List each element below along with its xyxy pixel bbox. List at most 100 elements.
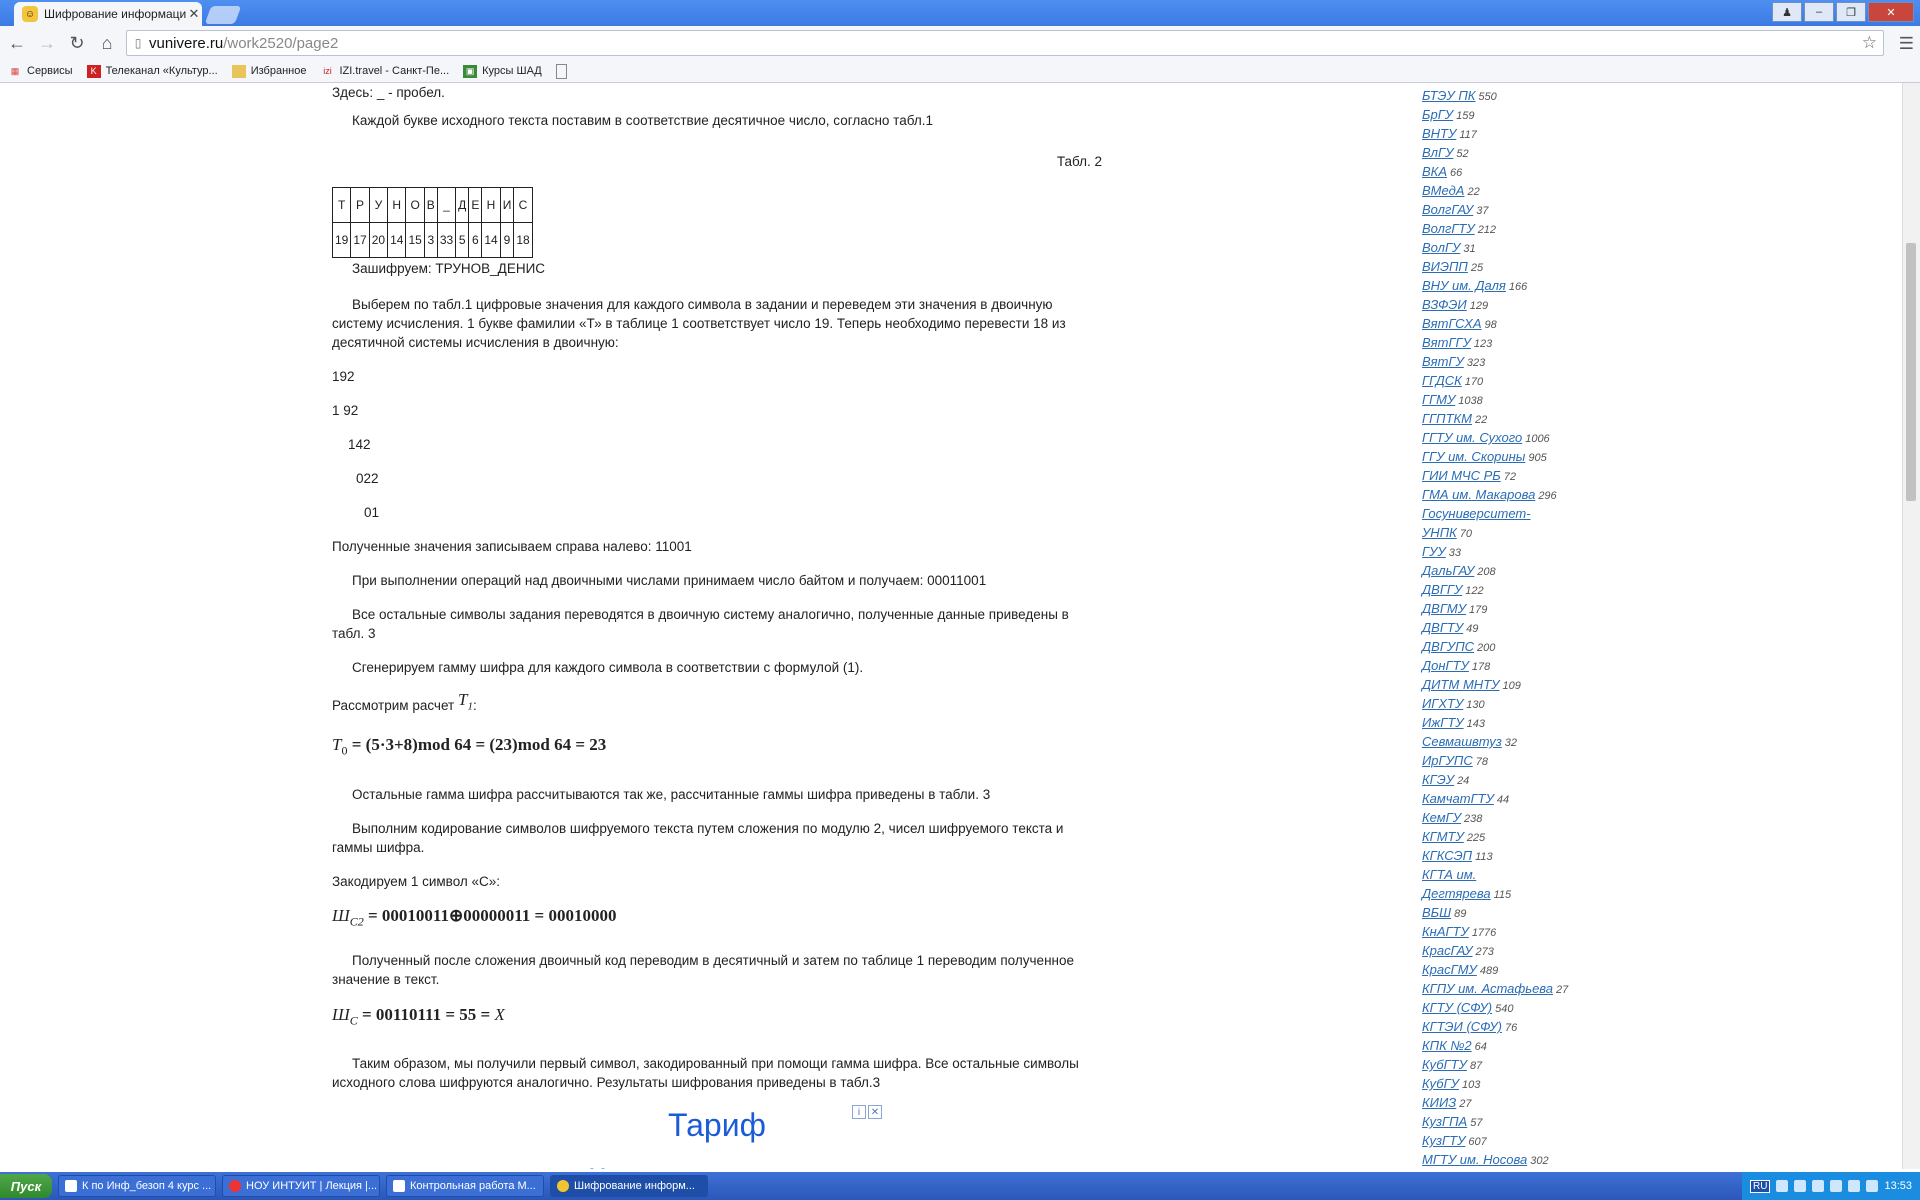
taskbar-item-doc[interactable]: Контрольная работа М... [386, 1175, 544, 1197]
university-link[interactable]: ИжГТУ [1422, 715, 1464, 730]
bookmark-kultura[interactable]: K Телеканал «Культур... [86, 64, 218, 78]
language-indicator[interactable]: RU [1750, 1179, 1771, 1193]
university-link[interactable]: ДальГАУ [1422, 563, 1474, 578]
university-link[interactable]: КГКСЭП [1422, 848, 1472, 863]
university-link[interactable]: КнАГТУ [1422, 924, 1469, 939]
university-link[interactable]: ГГПТКМ [1422, 411, 1472, 426]
chrome-menu-icon[interactable]: ☰ [1899, 34, 1914, 54]
university-link[interactable]: КПК №2 [1422, 1038, 1472, 1053]
home-icon[interactable]: ⌂ [94, 30, 120, 56]
university-link[interactable]: ВБШ [1422, 905, 1451, 920]
page-scrollbar[interactable] [1902, 83, 1920, 1169]
bookmark-folder-favorites[interactable]: Избранное [231, 64, 306, 78]
university-link[interactable]: ГГМУ [1422, 392, 1455, 407]
university-link[interactable]: ГУУ [1422, 544, 1446, 559]
university-link[interactable]: ВолгГТУ [1422, 221, 1475, 236]
reload-icon[interactable]: ↻ [64, 30, 90, 56]
university-link[interactable]: ИГХТУ [1422, 696, 1463, 711]
university-link[interactable]: КГТЭИ (СФУ) [1422, 1019, 1502, 1034]
university-link[interactable]: КамчатГТУ [1422, 791, 1494, 806]
university-link[interactable]: ГГТУ им. Сухого [1422, 430, 1522, 445]
university-link[interactable]: ВолГУ [1422, 240, 1460, 255]
university-link[interactable]: ДИТМ МНТУ [1422, 677, 1499, 692]
taskbar-item-opera[interactable]: НОУ ИНТУИТ | Лекция |... [222, 1175, 380, 1197]
tray-network-icon[interactable] [1794, 1180, 1807, 1192]
university-link[interactable]: КузГПА [1422, 1114, 1467, 1129]
university-link[interactable]: ДВГМУ [1422, 601, 1466, 616]
university-link[interactable]: ГИИ МЧС РБ [1422, 468, 1501, 483]
bookmark-shad[interactable]: ▣ Курсы ШАД [463, 64, 542, 78]
university-link[interactable]: МГТУ им. Носова [1422, 1152, 1527, 1167]
university-link[interactable]: ВлГУ [1422, 145, 1453, 160]
university-link[interactable]: ГМА им. Макарова [1422, 487, 1535, 502]
university-link[interactable]: КГМТУ [1422, 829, 1464, 844]
taskbar-item-word[interactable]: К по Инф_безоп 4 курс ... [58, 1175, 216, 1197]
university-link[interactable]: КГЭУ [1422, 772, 1454, 787]
university-link[interactable]: ДВГУПС [1422, 639, 1474, 654]
bookmark-star-icon[interactable]: ☆ [1862, 33, 1877, 53]
university-link[interactable]: КузГТУ [1422, 1133, 1465, 1148]
university-link[interactable]: КубГТУ [1422, 1057, 1467, 1072]
university-link[interactable]: ВЗФЭИ [1422, 297, 1467, 312]
university-link[interactable]: КемГУ [1422, 810, 1461, 825]
university-link[interactable]: КГТА им. [1422, 867, 1476, 882]
university-link[interactable]: ДонГТУ [1422, 658, 1469, 673]
university-link[interactable]: ВМедА [1422, 183, 1464, 198]
page-info-icon[interactable]: ▯ [127, 36, 149, 50]
tray-usb-icon[interactable] [1830, 1180, 1843, 1192]
ad-close-icon[interactable]: ✕ [868, 1105, 882, 1119]
tray-clock[interactable]: 13:53 [1884, 1180, 1912, 1192]
university-link[interactable]: ГГУ им. Скорины [1422, 449, 1525, 464]
university-link[interactable]: БрГУ [1422, 107, 1453, 122]
university-link[interactable]: Севмашвтуз [1422, 734, 1502, 749]
university-link[interactable]: КрасГАУ [1422, 943, 1473, 958]
start-button[interactable]: Пуск [0, 1174, 52, 1198]
university-link[interactable]: ДВГГУ [1422, 582, 1462, 597]
ad-subtitle[interactable]: К [588, 1163, 605, 1169]
university-link[interactable]: ВятГСХА [1422, 316, 1482, 331]
university-link[interactable]: ВятГУ [1422, 354, 1464, 369]
browser-tab-active[interactable]: ☺ Шифрование информации ✕ [14, 2, 202, 26]
university-link[interactable]: ВолгГАУ [1422, 202, 1473, 217]
university-link[interactable]: ВятГГУ [1422, 335, 1471, 350]
bookmark-izi-travel[interactable]: izi IZI.travel - Санкт-Пе... [320, 65, 449, 78]
university-link[interactable]: ИрГУПС [1422, 753, 1473, 768]
tab-title: Шифрование информации [44, 7, 186, 21]
minimize-icon[interactable]: – [1804, 2, 1834, 22]
university-link[interactable]: ВКА [1422, 164, 1447, 179]
new-tab-button[interactable] [204, 6, 242, 24]
address-bar[interactable]: ▯ vunivere.ru/work2520/page2 ☆ [126, 30, 1884, 56]
university-link[interactable]: УНПК [1422, 525, 1457, 540]
university-link[interactable]: ВИЭПП [1422, 259, 1468, 274]
bookmark-apps[interactable]: ▦ Сервисы [8, 65, 73, 78]
ad-title[interactable]: Тариф [668, 1107, 766, 1144]
university-link[interactable]: КГПУ им. Астафьева [1422, 981, 1553, 996]
bookmark-blank[interactable] [555, 63, 572, 79]
university-link[interactable]: КИИЗ [1422, 1095, 1456, 1110]
university-link[interactable]: КрасГМУ [1422, 962, 1477, 977]
restore-icon[interactable]: ❐ [1836, 2, 1866, 22]
tray-security-icon[interactable] [1812, 1180, 1825, 1192]
scrollbar-thumb[interactable] [1906, 243, 1916, 501]
university-link[interactable]: Дегтярева [1422, 886, 1491, 901]
forward-arrow-icon[interactable]: → [34, 30, 60, 56]
university-link[interactable]: КГТУ (СФУ) [1422, 1000, 1492, 1015]
tab-close-icon[interactable]: ✕ [186, 6, 202, 22]
window-close-icon[interactable]: ✕ [1868, 2, 1914, 22]
sidebar-list-item: КГКСЭП 113 [1422, 847, 1652, 866]
university-link[interactable]: ДВГТУ [1422, 620, 1463, 635]
tray-speaker-icon[interactable] [1866, 1180, 1879, 1192]
tray-save-icon[interactable] [1776, 1180, 1789, 1192]
user-profile-icon[interactable]: ♟ [1772, 2, 1802, 22]
university-link[interactable]: Госуниверситет- [1422, 506, 1531, 521]
university-link[interactable]: ВНУ им. Даля [1422, 278, 1506, 293]
university-link[interactable]: ГГДСК [1422, 373, 1462, 388]
university-link[interactable]: ВНТУ [1422, 126, 1456, 141]
taskbar-item-chrome[interactable]: Шифрование информ... [550, 1175, 708, 1197]
tray-volume-icon[interactable] [1848, 1180, 1861, 1192]
university-count: 37 [1476, 205, 1489, 217]
university-link[interactable]: БТЭУ ПК [1422, 88, 1475, 103]
back-arrow-icon[interactable]: ← [4, 30, 30, 56]
ad-info-icon[interactable]: i [852, 1105, 866, 1119]
university-link[interactable]: КубГУ [1422, 1076, 1459, 1091]
